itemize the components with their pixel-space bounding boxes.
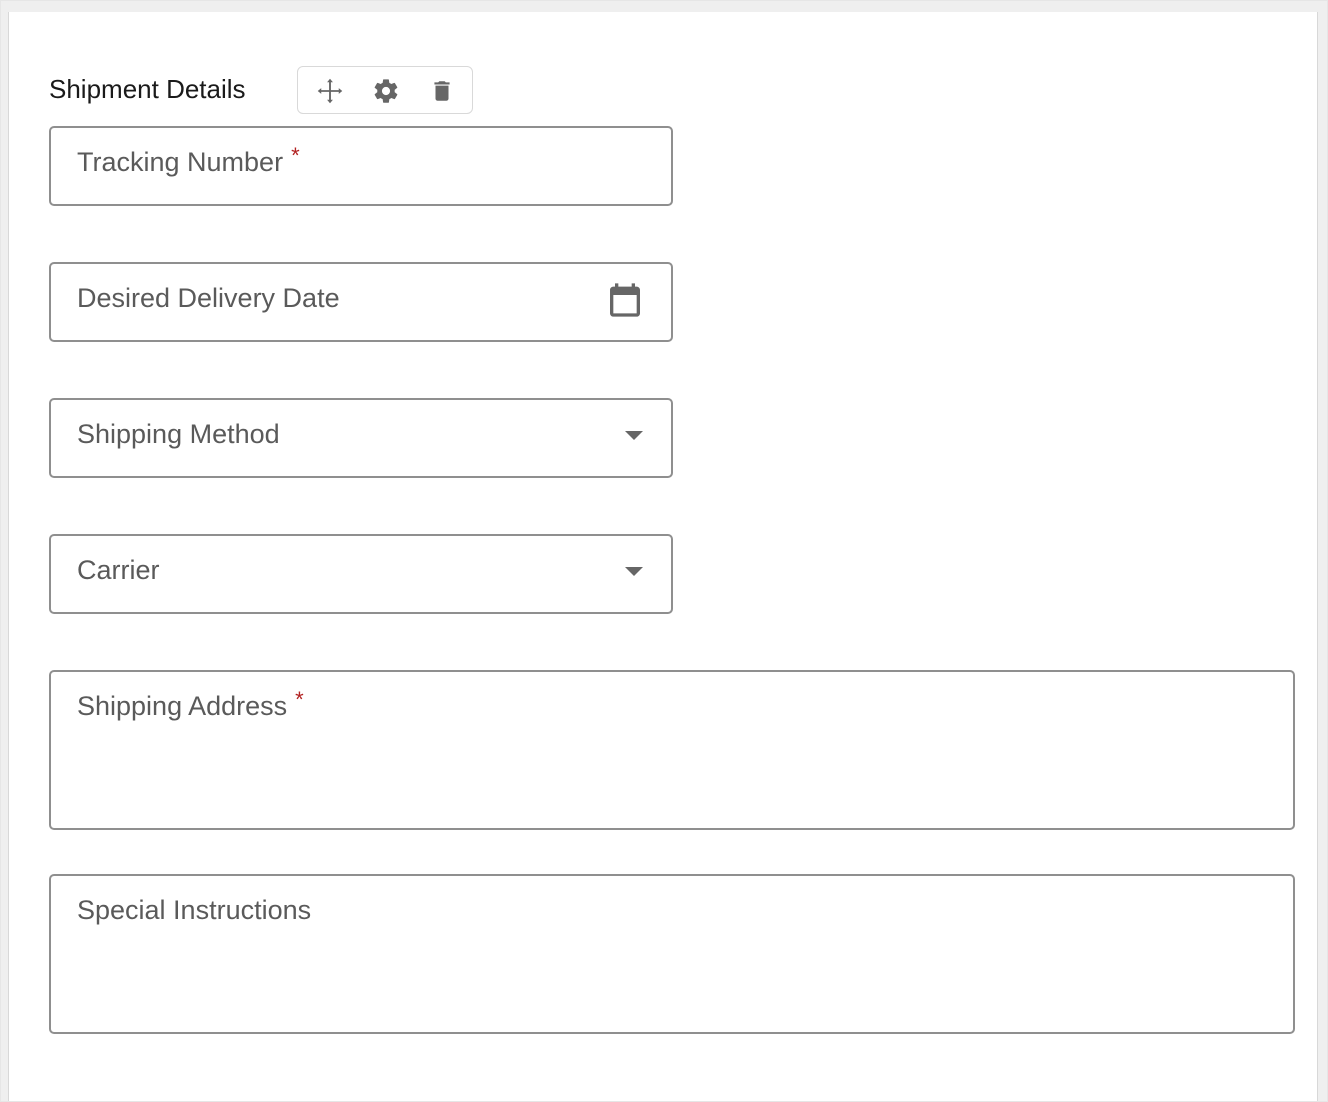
settings-button[interactable]: [370, 75, 402, 107]
desired-delivery-date-field[interactable]: Desired Delivery Date: [49, 262, 673, 342]
tracking-number-label-text: Tracking Number: [77, 147, 284, 177]
section-toolbar: [297, 66, 473, 114]
delete-button[interactable]: [426, 75, 458, 107]
shipping-method-dropdown-toggle[interactable]: [619, 426, 649, 450]
special-instructions-label: Special Instructions: [77, 895, 312, 925]
tracking-number-label: Tracking Number *: [77, 143, 300, 178]
carrier-select[interactable]: Carrier: [49, 534, 673, 614]
move-button[interactable]: [314, 75, 346, 107]
special-instructions-textarea[interactable]: Special Instructions: [49, 874, 1295, 1034]
carrier-label: Carrier: [77, 555, 160, 585]
required-marker: *: [291, 143, 300, 168]
trash-icon: [429, 77, 455, 105]
shipping-method-label: Shipping Method: [77, 419, 280, 449]
section-title: Shipment Details: [49, 74, 246, 104]
gear-icon: [372, 77, 400, 105]
required-marker: *: [295, 687, 304, 712]
tracking-number-field[interactable]: Tracking Number *: [49, 126, 673, 206]
shipping-address-label: Shipping Address *: [77, 687, 304, 722]
shipping-address-textarea[interactable]: Shipping Address *: [49, 670, 1295, 830]
form-panel: Shipment Details Tracking Number * Desir…: [8, 12, 1318, 1102]
shipping-method-select[interactable]: Shipping Method: [49, 398, 673, 478]
date-picker-button[interactable]: [603, 280, 647, 324]
chevron-down-icon: [624, 565, 644, 583]
desired-delivery-date-label: Desired Delivery Date: [77, 283, 340, 313]
chevron-down-icon: [624, 429, 644, 447]
move-icon: [316, 77, 344, 105]
calendar-icon: [605, 279, 645, 326]
carrier-dropdown-toggle[interactable]: [619, 562, 649, 586]
shipping-address-label-text: Shipping Address: [77, 691, 288, 721]
